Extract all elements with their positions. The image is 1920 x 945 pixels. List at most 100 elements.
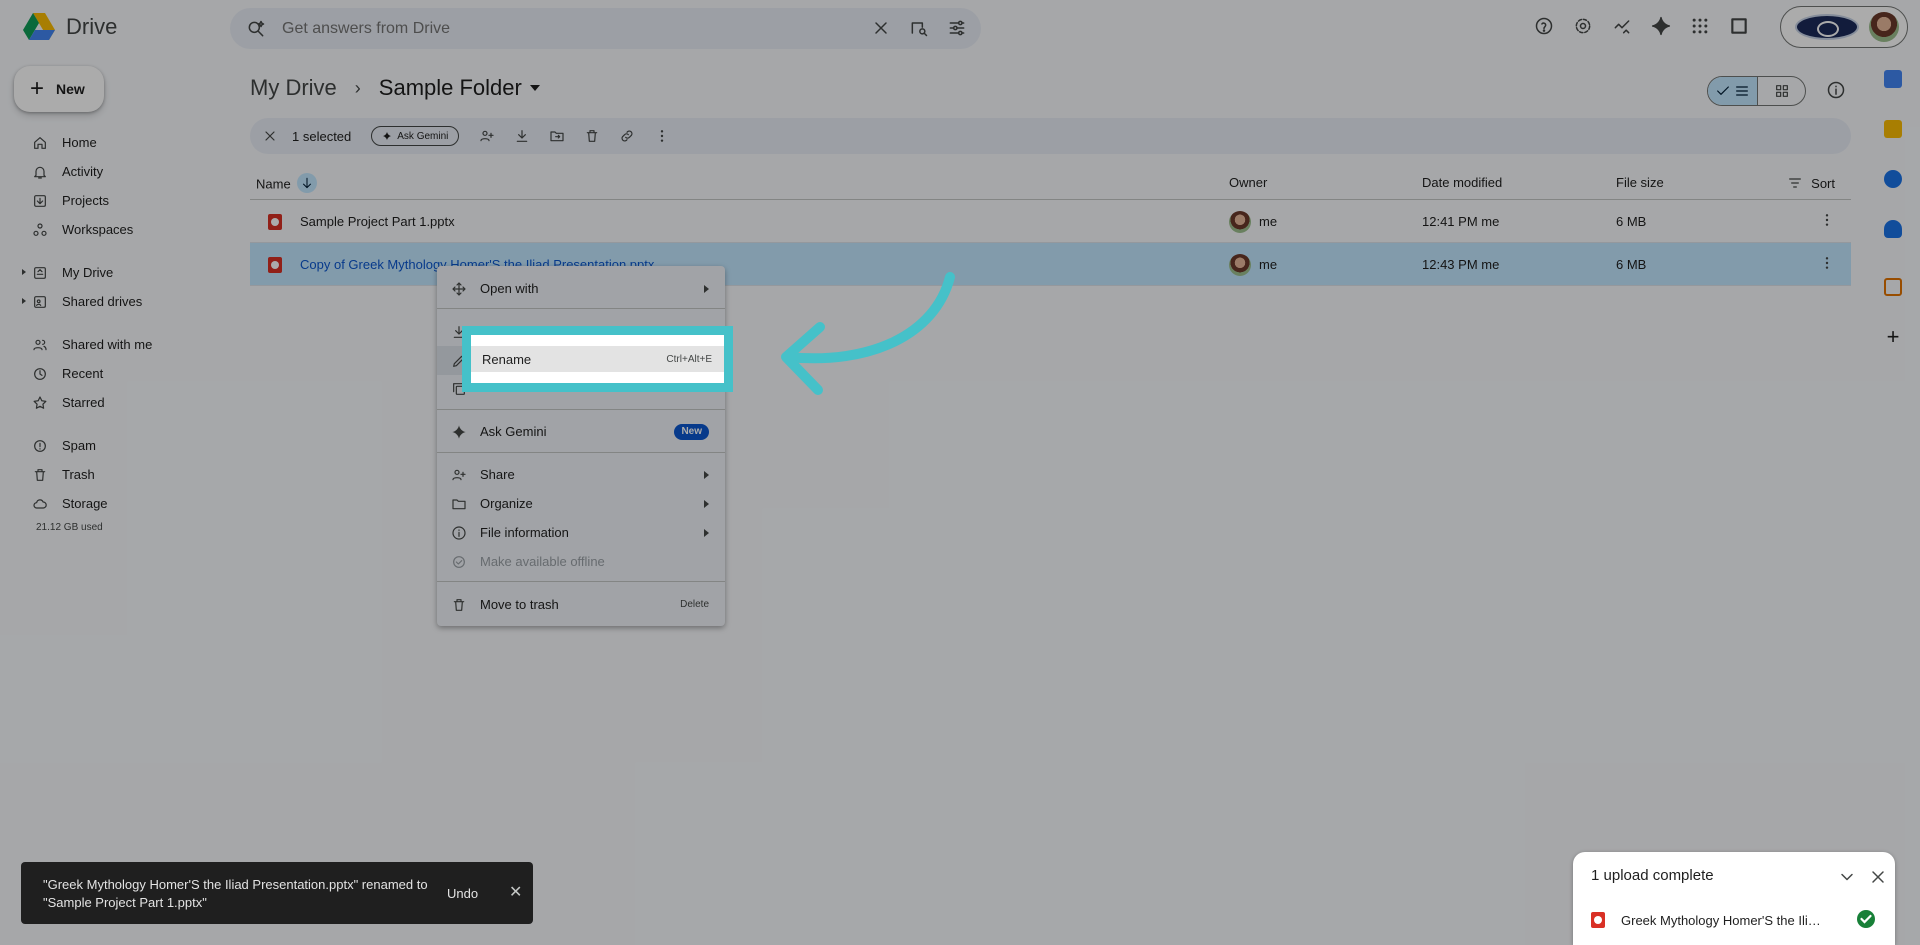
contacts-icon[interactable]	[1884, 220, 1902, 238]
sidebar-item-storage[interactable]: Storage	[0, 489, 230, 518]
new-button[interactable]: + New	[14, 66, 104, 112]
expand-caret-icon[interactable]	[22, 269, 26, 275]
menu-item-label: Move to trash	[480, 597, 559, 612]
drive-logo[interactable]: Drive	[22, 12, 117, 42]
search-bar[interactable]	[230, 8, 981, 49]
account-switcher[interactable]	[1780, 6, 1908, 48]
new-badge: New	[674, 423, 709, 440]
people-icon	[33, 339, 47, 350]
more-vert-icon[interactable]	[1819, 255, 1835, 271]
context-menu: Open with Ask Gemini New Share Organize …	[437, 266, 725, 626]
check-icon	[1717, 86, 1729, 95]
column-name[interactable]: Name	[256, 173, 317, 195]
drive-logo-icon	[23, 13, 55, 40]
breadcrumb-folder[interactable]: Sample Folder	[379, 75, 522, 101]
sort-button[interactable]: Sort	[1787, 175, 1835, 191]
menu-item-rename-highlighted[interactable]: Rename Ctrl+Alt+E	[471, 346, 724, 372]
side-panel-rail: +	[1878, 70, 1908, 378]
top-actions	[1534, 16, 1749, 36]
shared-drives-icon	[34, 295, 46, 308]
sidebar-item-trash[interactable]: Trash	[0, 460, 230, 489]
chevron-down-icon[interactable]	[529, 85, 540, 91]
sidebar-item-spam[interactable]: Spam	[0, 431, 230, 460]
tasks-icon[interactable]	[1884, 170, 1902, 188]
menu-item-open-with[interactable]: Open with	[437, 274, 725, 303]
sidebar-item-home[interactable]: Home	[0, 128, 230, 157]
column-date-modified[interactable]: Date modified	[1422, 175, 1502, 190]
file-name: Sample Project Part 1.pptx	[300, 214, 455, 229]
date-modified: 12:41 PM me	[1422, 214, 1500, 229]
trash-icon[interactable]	[584, 128, 600, 144]
menu-item-file-information[interactable]: File information	[437, 518, 725, 547]
search-icon	[248, 20, 265, 36]
avatar[interactable]	[1869, 12, 1899, 42]
sidebar-item-shared-with-me[interactable]: Shared with me	[0, 330, 230, 359]
add-icon[interactable]: +	[1884, 326, 1902, 348]
cloud-icon	[33, 498, 47, 509]
more-vert-icon[interactable]	[1819, 212, 1835, 228]
sort-direction-icon[interactable]	[296, 173, 317, 193]
trash-icon	[453, 598, 465, 611]
menu-item-label: Organize	[480, 496, 533, 511]
gear-icon[interactable]	[1573, 16, 1593, 36]
window-icon[interactable]	[1729, 16, 1749, 36]
offline-ready-icon[interactable]	[1612, 16, 1632, 36]
upload-file-name: Greek Mythology Homer'S the Iliad Presen…	[1621, 913, 1821, 928]
move-folder-icon[interactable]	[549, 128, 565, 144]
chevron-down-icon[interactable]	[1837, 867, 1857, 887]
sidebar-item-workspaces[interactable]: Workspaces	[0, 215, 230, 244]
info-icon	[452, 525, 466, 540]
view-toggle	[1707, 76, 1806, 106]
drive-search-icon[interactable]	[909, 18, 929, 38]
link-icon[interactable]	[619, 128, 635, 144]
sidebar-item-starred[interactable]: Starred	[0, 388, 230, 417]
sidebar-item-projects[interactable]: Projects	[0, 186, 230, 215]
apps-grid-icon[interactable]	[1690, 16, 1710, 36]
calendar-icon[interactable]	[1884, 70, 1902, 88]
help-icon[interactable]	[1534, 16, 1554, 36]
sort-icon	[1789, 178, 1802, 188]
sidebar-item-recent[interactable]: Recent	[0, 359, 230, 388]
menu-item-ask-gemini[interactable]: Ask Gemini New	[437, 417, 725, 446]
sidebar-item-activity[interactable]: Activity	[0, 157, 230, 186]
open-with-icon	[452, 281, 466, 296]
sort-label: Sort	[1811, 175, 1835, 191]
info-icon[interactable]	[1826, 80, 1846, 100]
sidebar-item-my-drive[interactable]: My Drive	[0, 258, 230, 287]
folder-icon	[452, 498, 466, 509]
menu-item-share[interactable]: Share	[437, 460, 725, 489]
more-vert-icon[interactable]	[654, 128, 670, 144]
share-add-person-icon[interactable]	[479, 128, 495, 144]
grid-view-button[interactable]	[1758, 77, 1805, 105]
clear-selection-icon[interactable]	[262, 128, 278, 144]
download-icon[interactable]	[514, 128, 530, 144]
undo-button[interactable]: Undo	[447, 886, 478, 901]
keep-icon[interactable]	[1884, 120, 1902, 138]
workspaces-icon	[33, 222, 47, 236]
menu-item-move-to-trash[interactable]: Move to trash Delete	[437, 590, 725, 619]
table-row[interactable]: Sample Project Part 1.pptx me 12:41 PM m…	[250, 200, 1851, 243]
list-view-button[interactable]	[1708, 77, 1758, 105]
ask-gemini-chip[interactable]: Ask Gemini	[371, 126, 460, 146]
gemini-icon[interactable]	[1651, 16, 1671, 36]
sidebar-item-label: Recent	[62, 366, 104, 381]
menu-item-organize[interactable]: Organize	[437, 489, 725, 518]
file-size: 6 MB	[1616, 257, 1647, 272]
list-icon	[1736, 86, 1748, 96]
expand-caret-icon[interactable]	[22, 298, 26, 304]
sidebar-item-label: Starred	[62, 395, 105, 410]
search-input[interactable]	[282, 19, 842, 38]
upload-item[interactable]: Greek Mythology Homer'S the Iliad Presen…	[1591, 910, 1881, 930]
close-icon[interactable]	[1868, 867, 1888, 887]
close-icon[interactable]: ✕	[509, 885, 522, 901]
sidebar-item-label: Shared with me	[62, 337, 153, 352]
breadcrumb-my-drive[interactable]: My Drive	[250, 75, 337, 101]
calendar-event-icon[interactable]	[1884, 278, 1902, 296]
column-file-size: File size	[1616, 175, 1664, 190]
close-icon[interactable]	[871, 18, 891, 38]
filter-tune-icon[interactable]	[947, 18, 967, 38]
spam-icon	[34, 439, 46, 452]
sidebar-item-shared-drives[interactable]: Shared drives	[0, 287, 230, 316]
column-owner: Owner	[1229, 175, 1268, 190]
sidebar-item-label: Home	[62, 135, 97, 150]
